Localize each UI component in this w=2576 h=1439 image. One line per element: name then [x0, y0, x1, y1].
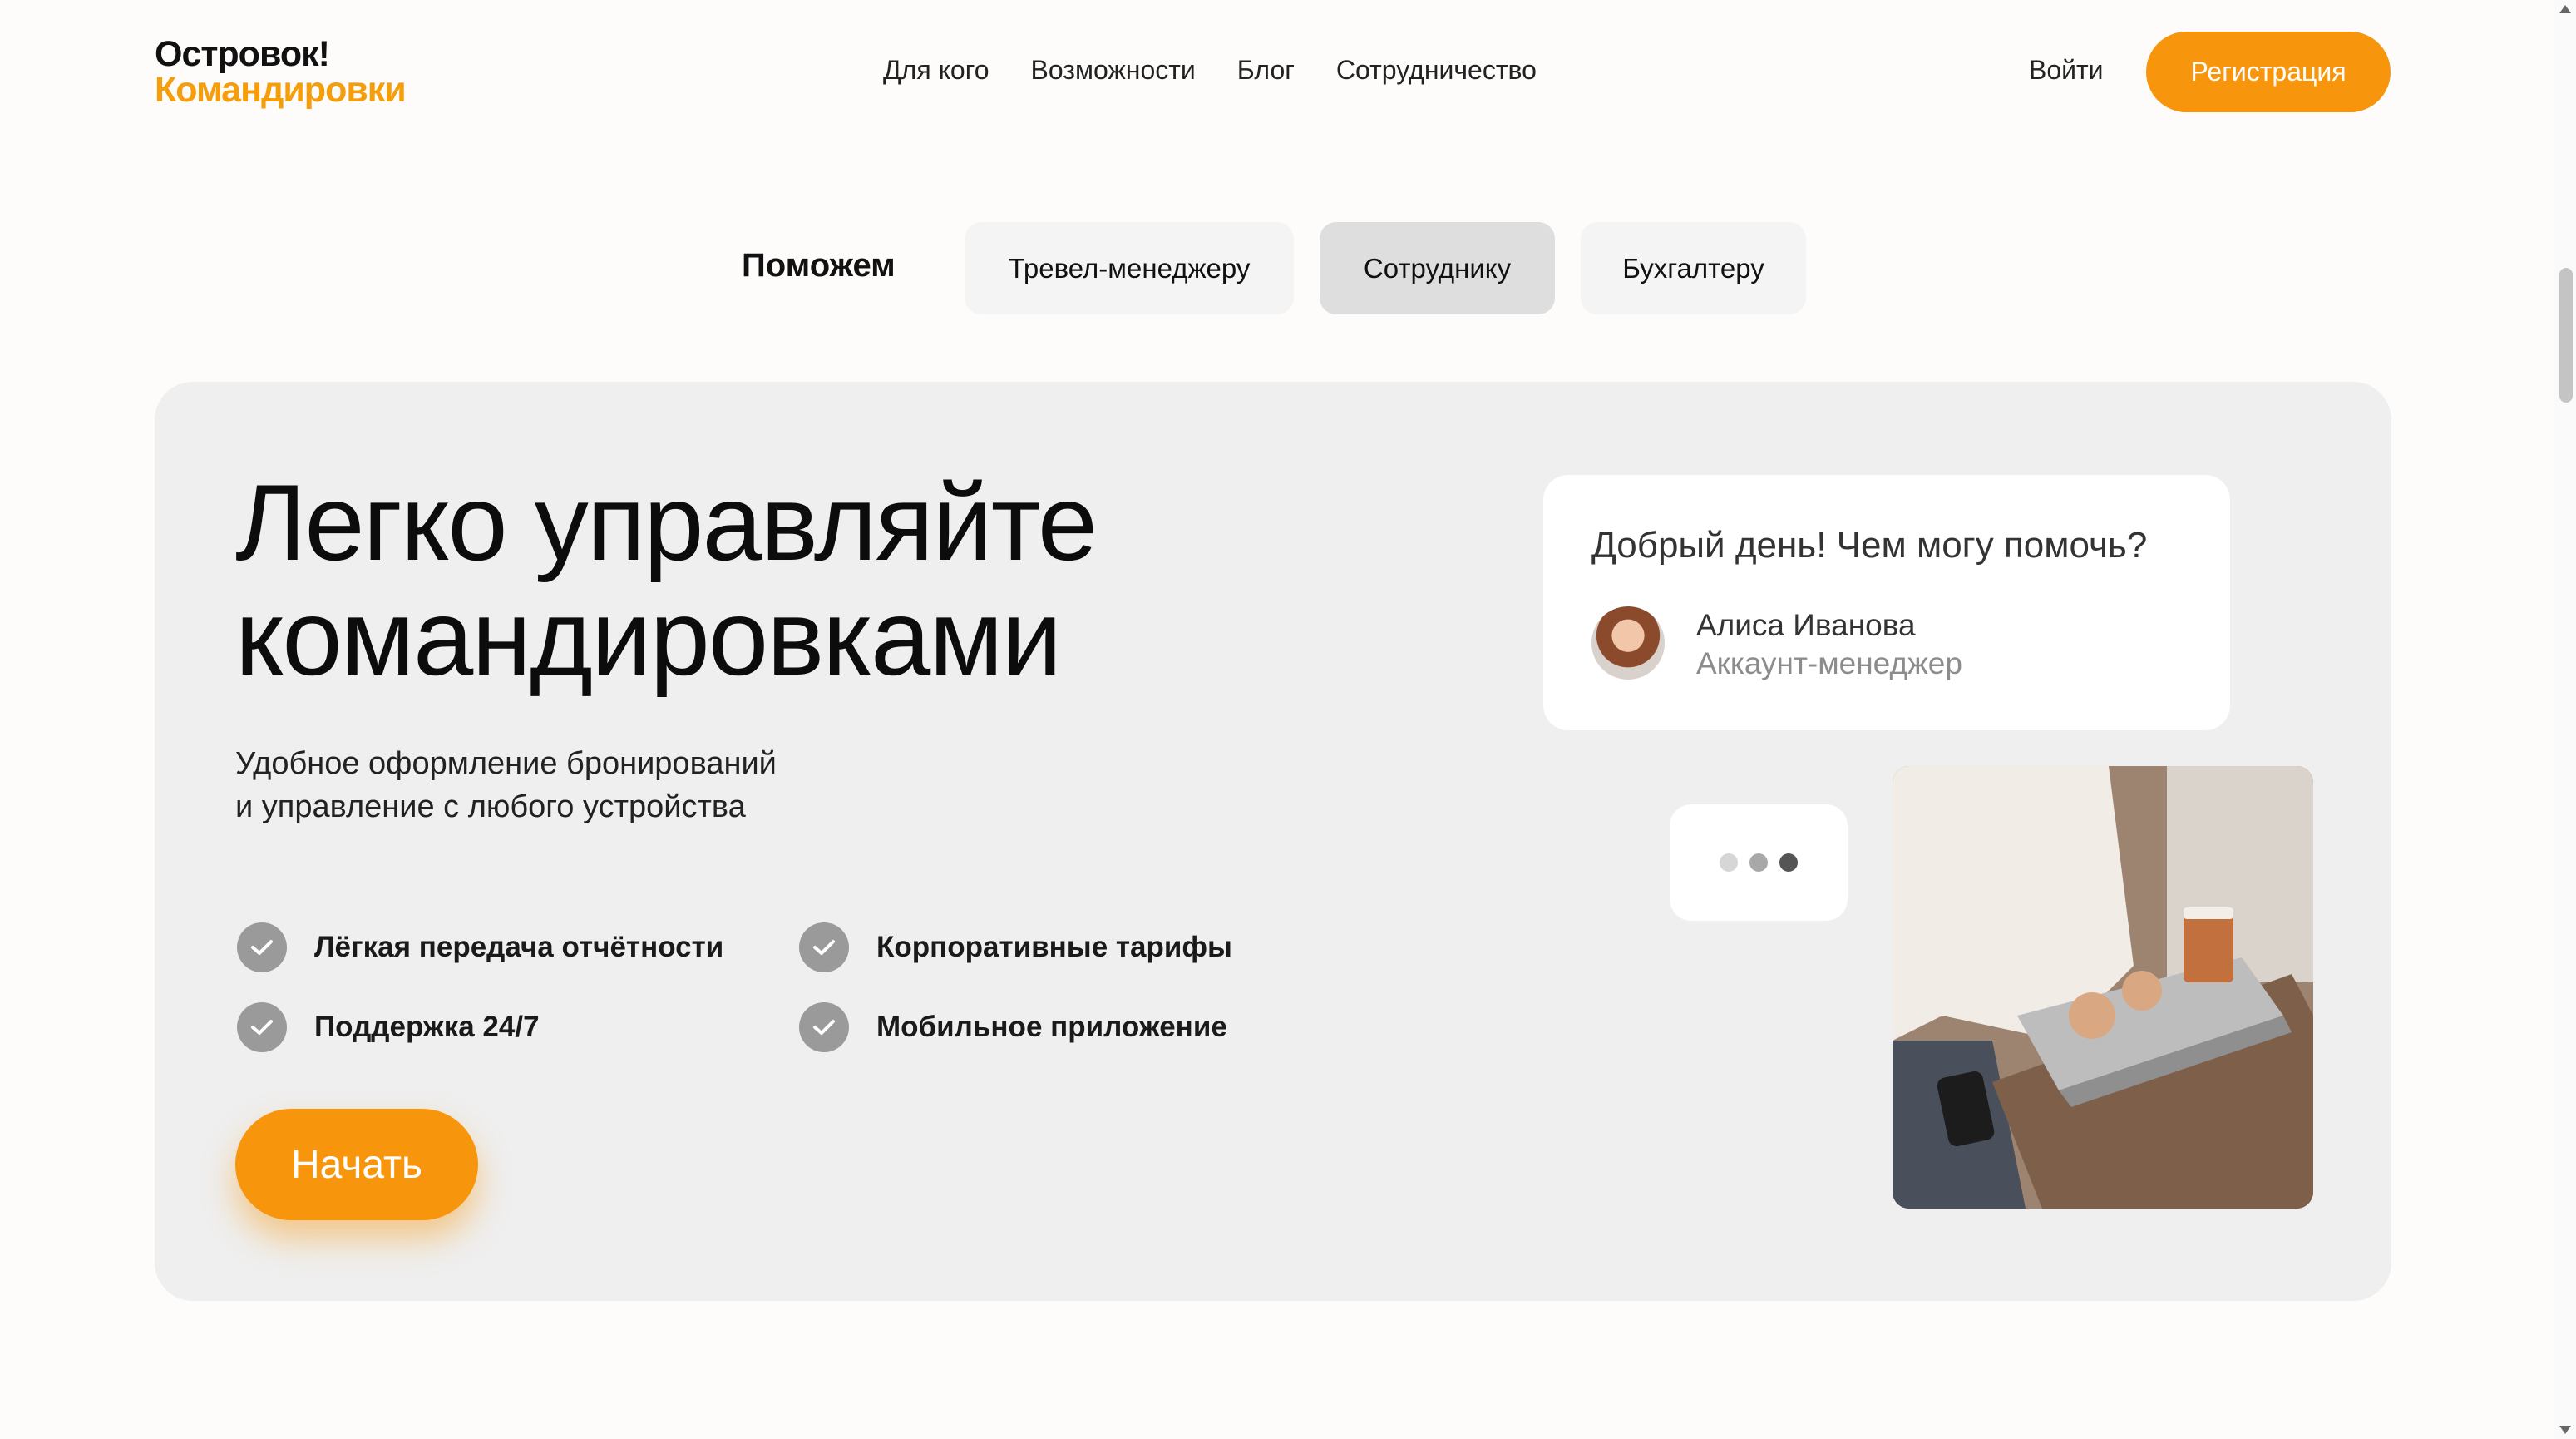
- logo-text-secondary: Командировки: [155, 70, 407, 110]
- feature-label: Лёгкая передача отчётности: [314, 931, 724, 963]
- scroll-down-icon[interactable]: [2559, 1426, 2571, 1434]
- feature-mobile-app: Мобильное приложение: [799, 1002, 1227, 1052]
- check-circle-icon: [799, 1002, 849, 1052]
- nav-item-partnership[interactable]: Сотрудничество: [1336, 55, 1537, 86]
- main-nav: Для кого Возможности Блог Сотрудничество: [883, 55, 1537, 86]
- tabs-label: Поможем: [742, 247, 896, 284]
- hero-title: Легко управляйте командировками: [235, 462, 1098, 698]
- typing-dot: [1720, 853, 1738, 872]
- nav-item-blog[interactable]: Блог: [1237, 55, 1295, 86]
- feature-label: Поддержка 24/7: [314, 1011, 540, 1043]
- feature-label: Мобильное приложение: [876, 1011, 1227, 1043]
- hero-card: Легко управляйте командировками Удобное …: [155, 382, 2391, 1301]
- check-circle-icon: [237, 1002, 287, 1052]
- scrollbar[interactable]: [2554, 0, 2576, 1439]
- hero-title-line1: Легко управляйте: [235, 462, 1098, 583]
- avatar: [1591, 606, 1665, 680]
- logo-text-primary: Островок!: [155, 34, 330, 74]
- hero-title-line2: командировками: [235, 576, 1062, 698]
- feature-reporting: Лёгкая передача отчётности: [237, 922, 723, 972]
- agent-name: Алиса Иванова: [1696, 608, 1916, 642]
- laptop-photo: [1893, 766, 2313, 1209]
- chat-greeting: Добрый день! Чем могу помочь?: [1591, 525, 2148, 566]
- feature-corporate-rates: Корпоративные тарифы: [799, 922, 1232, 972]
- feature-support: Поддержка 24/7: [237, 1002, 540, 1052]
- typing-dot: [1749, 853, 1768, 872]
- nav-item-for-whom[interactable]: Для кого: [883, 55, 989, 86]
- agent-role: Аккаунт-менеджер: [1696, 646, 1962, 680]
- scrollbar-thumb[interactable]: [2559, 268, 2573, 403]
- logo[interactable]: Островок! Командировки: [155, 34, 407, 110]
- typing-dots-icon: [1670, 804, 1848, 921]
- register-button[interactable]: Регистрация: [2146, 32, 2391, 112]
- feature-label: Корпоративные тарифы: [876, 931, 1232, 963]
- hero-subtitle-line2: и управление с любого устройства: [235, 789, 746, 824]
- typing-dot: [1779, 853, 1798, 872]
- scroll-up-icon[interactable]: [2559, 5, 2571, 13]
- tab-employee[interactable]: Сотруднику: [1320, 222, 1555, 314]
- hero-subtitle: Удобное оформление бронирований и управл…: [235, 742, 777, 828]
- login-link[interactable]: Войти: [2029, 55, 2104, 86]
- check-circle-icon: [237, 922, 287, 972]
- tab-travel-manager[interactable]: Тревел-менеджеру: [965, 222, 1294, 314]
- start-button[interactable]: Начать: [235, 1109, 478, 1220]
- tab-accountant[interactable]: Бухгалтеру: [1581, 222, 1806, 314]
- hero-subtitle-line1: Удобное оформление бронирований: [235, 746, 777, 781]
- nav-item-features[interactable]: Возможности: [1030, 55, 1195, 86]
- chat-bubble[interactable]: Добрый день! Чем могу помочь? Алиса Иван…: [1543, 475, 2230, 730]
- check-circle-icon: [799, 922, 849, 972]
